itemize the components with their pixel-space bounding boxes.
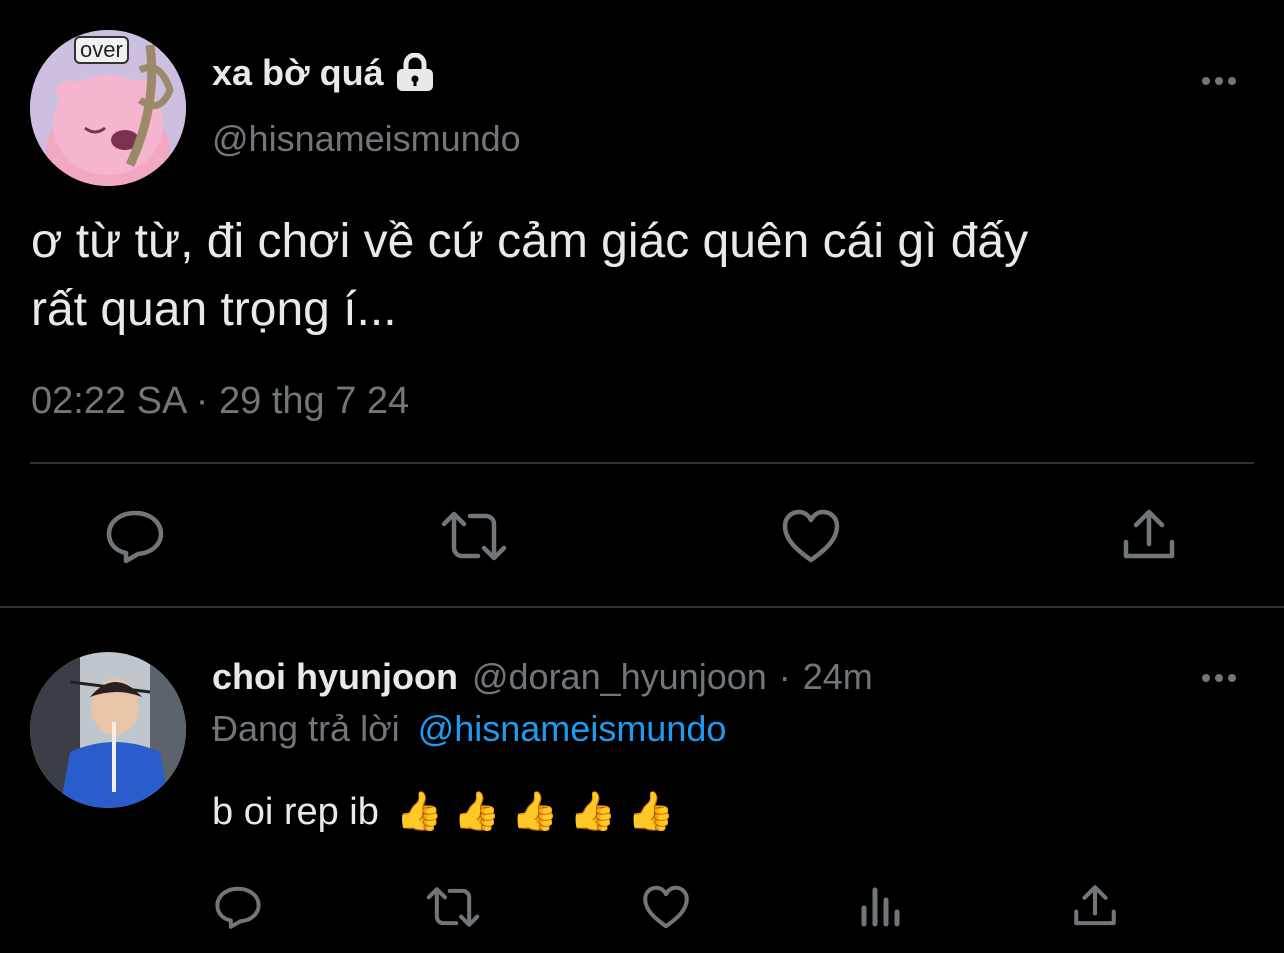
section-divider bbox=[0, 606, 1284, 608]
avatar-badge-text: over bbox=[80, 37, 123, 62]
reply-header-row: choi hyunjoon @doran_hyunjoon · 24m bbox=[212, 656, 873, 698]
main-author-avatar[interactable]: over bbox=[30, 30, 186, 186]
main-divider bbox=[30, 462, 1254, 464]
avatar-badge: over bbox=[74, 36, 129, 64]
reply-like-icon[interactable] bbox=[642, 884, 690, 930]
like-icon[interactable] bbox=[781, 508, 841, 564]
reply-share-icon[interactable] bbox=[1073, 884, 1117, 928]
reply-handle[interactable]: @doran_hyunjoon bbox=[472, 656, 767, 698]
reply-text-row: b oi rep ib 👍 👍 👍 👍 👍 bbox=[212, 790, 674, 834]
retweet-icon[interactable] bbox=[440, 510, 508, 562]
main-display-name-row: xa bờ quá bbox=[212, 52, 436, 94]
reply-more-icon[interactable] bbox=[1202, 674, 1236, 682]
main-display-name[interactable]: xa bờ quá bbox=[212, 52, 384, 94]
replying-to-row: Đang trả lời @hisnameismundo bbox=[212, 708, 726, 750]
reply-time[interactable]: 24m bbox=[803, 656, 873, 698]
analytics-icon[interactable] bbox=[860, 886, 904, 928]
main-more-icon[interactable] bbox=[1202, 77, 1236, 85]
main-tweet-text-line-1: ơ từ từ, đi chơi về cứ cảm giác quên cái… bbox=[31, 215, 1029, 268]
reply-separator: · bbox=[778, 656, 791, 697]
reply-display-name[interactable]: choi hyunjoon bbox=[212, 656, 458, 698]
lock-icon bbox=[394, 53, 436, 93]
main-timestamp[interactable]: 02:22 SA · 29 thg 7 24 bbox=[31, 380, 409, 423]
reply-icon[interactable] bbox=[105, 507, 165, 565]
replying-prefix: Đang trả lời bbox=[212, 708, 400, 749]
reply-reply-icon[interactable] bbox=[214, 884, 262, 930]
share-icon[interactable] bbox=[1122, 508, 1176, 562]
main-handle[interactable]: @hisnameismundo bbox=[212, 118, 521, 160]
reply-text: b oi rep ib bbox=[212, 791, 379, 833]
main-tweet-text-line-2: rất quan trọng í... bbox=[31, 283, 397, 336]
reply-author-avatar[interactable] bbox=[30, 652, 186, 808]
replying-to-link[interactable]: @hisnameismundo bbox=[418, 708, 727, 749]
reply-retweet-icon[interactable] bbox=[425, 886, 481, 928]
thumbs-up-emojis: 👍 👍 👍 👍 👍 bbox=[395, 791, 675, 833]
